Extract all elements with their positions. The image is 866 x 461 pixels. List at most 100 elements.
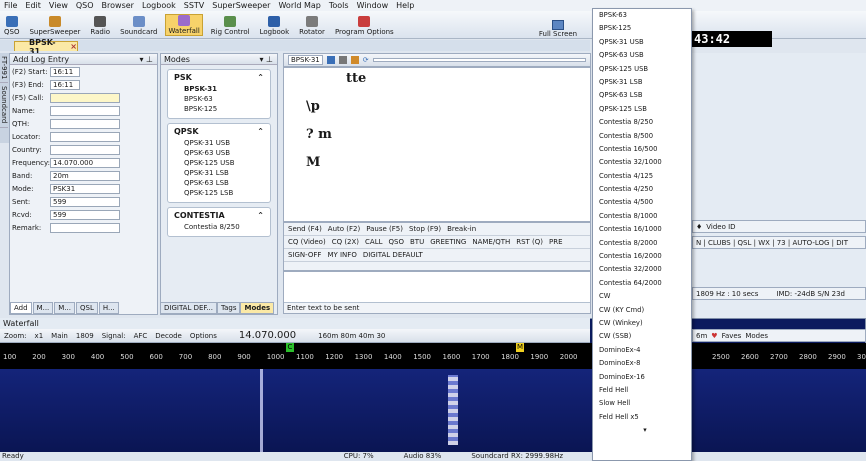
group-header[interactable]: QPSK ⌃ [168, 124, 270, 138]
toolbar-supersweeper-button[interactable]: SuperSweeper [27, 16, 82, 36]
frequency-scale[interactable]: 100 200 300 400 500 600 700 800 900 1000 1100 1200 1… [0, 343, 866, 369]
group-header[interactable]: CONTESTIA ⌃ [168, 208, 270, 222]
wf-control-zoom[interactable]: Zoom: [4, 332, 27, 340]
menu-item-view[interactable]: View [49, 1, 68, 10]
toolbar-rotator-button[interactable]: Rotator [297, 16, 327, 36]
dropdown-option[interactable]: Contestia 64/2000 [593, 277, 691, 290]
print-icon[interactable] [338, 56, 347, 64]
mode-item[interactable]: BPSK-125 [168, 104, 270, 114]
mode-item[interactable]: QPSK-125 USB [168, 158, 270, 168]
menu-item-file[interactable]: File [4, 1, 17, 10]
wf-bands[interactable]: 160m 80m 40m 30 [318, 332, 385, 340]
macro-cq-2x[interactable]: CQ (2X) [332, 238, 359, 246]
fullscreen-button[interactable]: Full Screen [528, 14, 588, 38]
dropdown-option[interactable]: DominoEx-8 [593, 357, 691, 370]
macro-name-qth[interactable]: NAME/QTH [472, 238, 510, 246]
modes-tab-tags[interactable]: Tags [216, 302, 241, 314]
pin-icon[interactable]: ▾ ⊥ [259, 55, 273, 64]
dropdown-option[interactable]: QPSK-31 LSB [593, 76, 691, 89]
dropdown-option[interactable]: Contestia 8/2000 [593, 237, 691, 250]
faves-button[interactable]: Faves [722, 332, 742, 340]
macro-call[interactable]: CALL [365, 238, 382, 246]
field-input-f2-start[interactable]: 16:11 [50, 66, 80, 77]
dropdown-option[interactable]: Feld Hell [593, 384, 691, 397]
wf-control-options[interactable]: Options [190, 332, 217, 340]
macro-auto-f2[interactable]: Auto (F2) [328, 225, 360, 233]
receive-window[interactable]: tte \p ? m M [283, 67, 591, 222]
collapse-icon[interactable]: ⌃ [257, 211, 264, 220]
waterfall-display[interactable] [0, 369, 866, 452]
field-input-sent[interactable]: 599 [50, 196, 120, 207]
mode-item[interactable]: BPSK-31 [168, 84, 270, 94]
dropdown-option[interactable]: DominoEx-16 [593, 371, 691, 384]
menu-item-sstv[interactable]: SSTV [184, 1, 205, 10]
macro-btu[interactable]: BTU [410, 238, 424, 246]
mode-item[interactable]: QPSK-125 LSB [168, 188, 270, 198]
mode-item[interactable]: QPSK-31 LSB [168, 168, 270, 178]
field-input-f3-end[interactable]: 16:11 [50, 79, 80, 90]
field-input-remark[interactable] [50, 222, 120, 233]
macro-row-text[interactable]: N | CLUBS | QSL | WX | 73 | AUTO-LOG | D… [696, 239, 848, 247]
dropdown-option[interactable]: Slow Hell [593, 397, 691, 410]
dropdown-option[interactable]: QPSK-125 LSB [593, 103, 691, 116]
wf-control-decode[interactable]: Decode [155, 332, 182, 340]
macro-pause-f5[interactable]: Pause (F5) [366, 225, 403, 233]
collapse-icon[interactable]: ⌃ [257, 127, 264, 136]
field-input-rcvd[interactable]: 599 [50, 209, 120, 220]
tx-marker[interactable]: M [516, 343, 524, 352]
log-tab-m[interactable]: M... [54, 302, 75, 314]
scroll-down-icon[interactable]: ▾ [593, 424, 691, 437]
menu-item-help[interactable]: Help [396, 1, 414, 10]
menu-item-logbook[interactable]: Logbook [142, 1, 176, 10]
dropdown-option[interactable]: QPSK-63 LSB [593, 89, 691, 102]
wf-control-1809[interactable]: 1809 [76, 332, 94, 340]
dropdown-option[interactable]: Contestia 16/500 [593, 143, 691, 156]
dropdown-option[interactable]: BPSK-63 [593, 9, 691, 22]
mode-item[interactable]: QPSK-63 LSB [168, 178, 270, 188]
mode-item[interactable]: QPSK-31 USB [168, 138, 270, 148]
dropdown-option[interactable]: CW (Winkey) [593, 317, 691, 330]
log-tab-add[interactable]: Add [10, 302, 32, 314]
dropdown-option[interactable]: Contestia 16/1000 [593, 223, 691, 236]
macro-break-in[interactable]: Break-in [447, 225, 476, 233]
dropdown-option[interactable]: Contestia 4/125 [593, 170, 691, 183]
save-icon[interactable] [326, 56, 335, 64]
menu-item-world-map[interactable]: World Map [278, 1, 320, 10]
macro-send-f4[interactable]: Send (F4) [288, 225, 322, 233]
rx-marker[interactable]: C [286, 343, 294, 352]
toolbar-radio-button[interactable]: Radio [88, 16, 112, 36]
macro-digital-default[interactable]: DIGITAL DEFAULT [363, 251, 423, 259]
field-input-country[interactable] [50, 144, 120, 155]
field-input-qth[interactable] [50, 118, 120, 129]
band-label[interactable]: 6m [696, 332, 707, 340]
macro-stop-f9[interactable]: Stop (F9) [409, 225, 441, 233]
macro-rst-q[interactable]: RST (Q) [516, 238, 543, 246]
dropdown-option[interactable]: Contestia 8/500 [593, 130, 691, 143]
dropdown-option[interactable]: Contestia 4/500 [593, 196, 691, 209]
menu-item-supersweeper[interactable]: SuperSweeper [212, 1, 270, 10]
dropdown-option[interactable]: Contestia 8/250 [593, 116, 691, 129]
log-tab-m[interactable]: M... [32, 302, 54, 314]
macro-cq-video[interactable]: CQ (Video) [288, 238, 326, 246]
wf-control-x1[interactable]: x1 [35, 332, 44, 340]
wf-control-main[interactable]: Main [51, 332, 68, 340]
dropdown-option[interactable]: QPSK-63 USB [593, 49, 691, 62]
dropdown-option[interactable]: Contestia 16/2000 [593, 250, 691, 263]
mode-item[interactable]: BPSK-63 [168, 94, 270, 104]
wf-control-signal[interactable]: Signal: [102, 332, 126, 340]
toolbar-qso-button[interactable]: QSO [2, 16, 21, 36]
side-tab-soundcard[interactable]: Soundcard [0, 83, 8, 128]
group-header[interactable]: PSK ⌃ [168, 70, 270, 84]
macro-greeting[interactable]: GREETING [430, 238, 466, 246]
wf-control-afc[interactable]: AFC [134, 332, 148, 340]
refresh-icon[interactable]: ⟳ [363, 56, 369, 64]
dropdown-option[interactable]: BPSK-125 [593, 22, 691, 35]
field-input-frequency[interactable]: 14.070.000 [50, 157, 120, 168]
clear-icon[interactable] [350, 56, 359, 64]
dropdown-option[interactable]: DominoEx-4 [593, 344, 691, 357]
dropdown-option[interactable]: Feld Hell x5 [593, 411, 691, 424]
log-tab-h[interactable]: H... [98, 302, 119, 314]
dropdown-option[interactable]: Contestia 8/1000 [593, 210, 691, 223]
field-input-locator[interactable] [50, 131, 120, 142]
dropdown-option[interactable]: Contestia 32/2000 [593, 263, 691, 276]
